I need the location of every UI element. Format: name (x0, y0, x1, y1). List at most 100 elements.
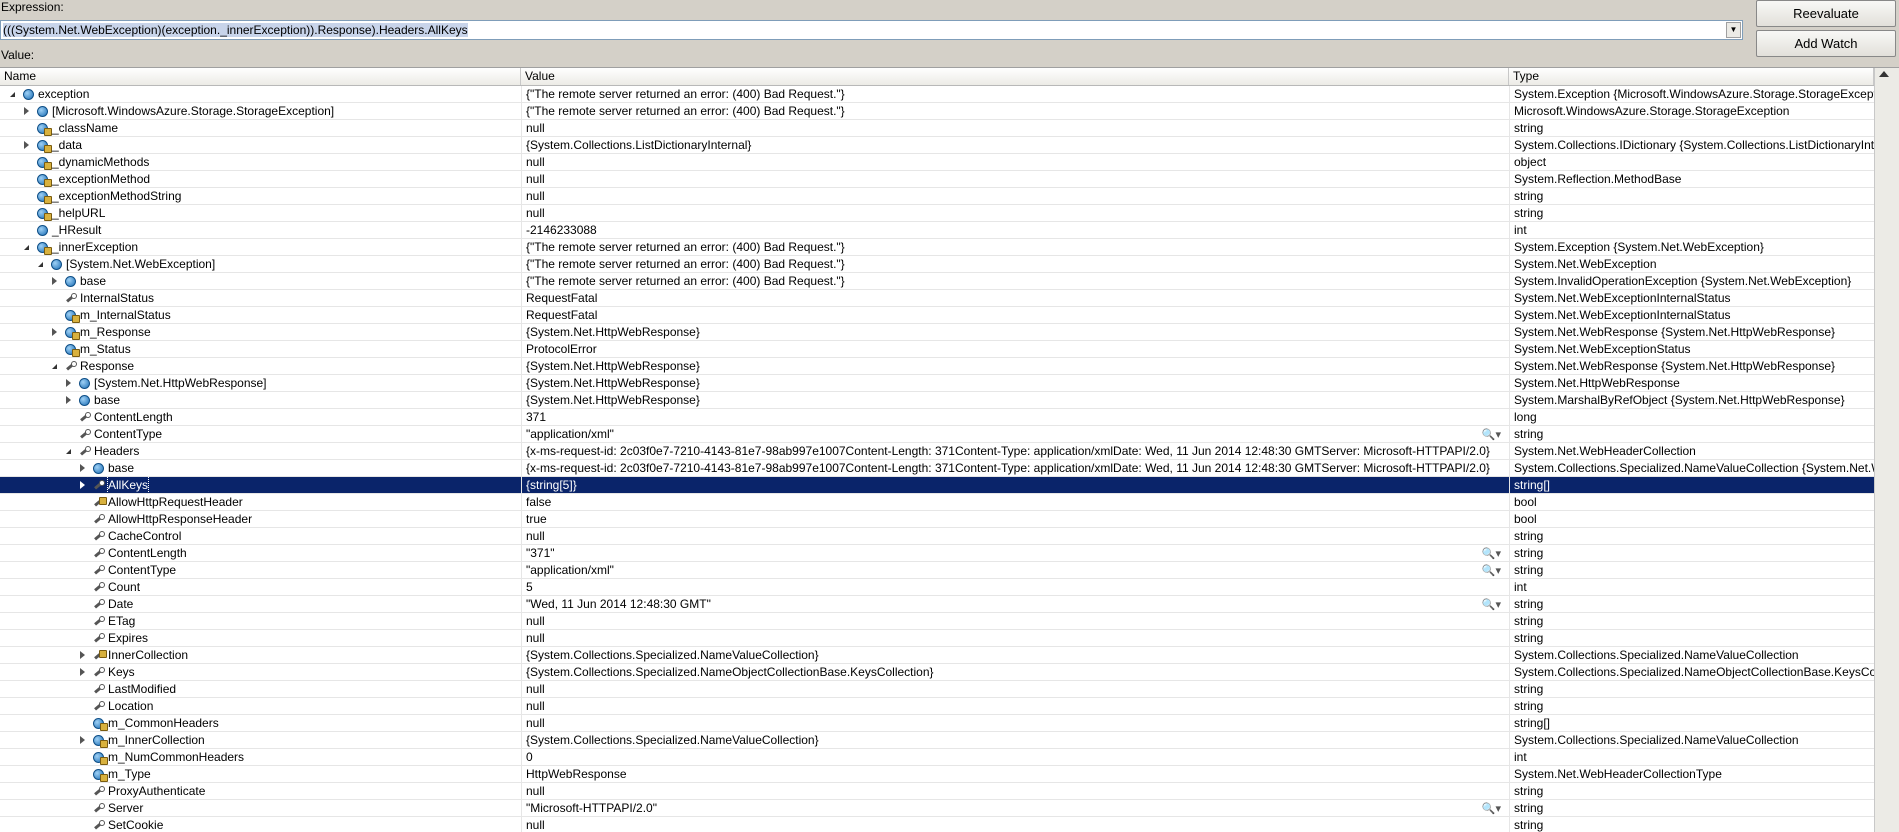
value-cell[interactable]: {System.Net.HttpWebResponse} (521, 392, 1509, 408)
table-row[interactable]: ContentType "application/xml" 🔍▾ string (0, 426, 1874, 443)
value-cell[interactable]: {"The remote server returned an error: (… (521, 256, 1509, 272)
name-cell[interactable]: base (0, 273, 521, 289)
value-cell[interactable]: null (521, 630, 1509, 646)
table-row[interactable]: base {System.Net.HttpWebResponse} System.M… (0, 392, 1874, 409)
table-row[interactable]: Expires null string (0, 630, 1874, 647)
name-cell[interactable]: InnerCollection (0, 647, 521, 663)
name-cell[interactable]: _exceptionMethodString (0, 188, 521, 204)
value-cell[interactable]: {System.Net.HttpWebResponse} (521, 324, 1509, 340)
name-cell[interactable]: [System.Net.HttpWebResponse] (0, 375, 521, 391)
name-cell[interactable]: ETag (0, 613, 521, 629)
table-row[interactable]: m_Type HttpWebResponse System.Net.WebHeade… (0, 766, 1874, 783)
value-cell[interactable]: {"The remote server returned an error: (… (521, 86, 1509, 102)
expand-arrow-icon[interactable] (24, 107, 29, 115)
table-row[interactable]: ContentType "application/xml" 🔍▾ string (0, 562, 1874, 579)
value-cell[interactable]: true (521, 511, 1509, 527)
name-cell[interactable]: base (0, 460, 521, 476)
name-cell[interactable]: m_InternalStatus (0, 307, 521, 323)
value-cell[interactable]: null (521, 715, 1509, 731)
value-cell[interactable]: {System.Collections.ListDictionaryIntern… (521, 137, 1509, 153)
table-row[interactable]: AllowHttpResponseHeader true bool (0, 511, 1874, 528)
name-cell[interactable]: Response (0, 358, 521, 374)
text-visualizer-icon[interactable]: 🔍▾ (1482, 546, 1501, 561)
table-row[interactable]: _innerException {"The remote server retur… (0, 239, 1874, 256)
value-cell[interactable]: null (521, 205, 1509, 221)
name-cell[interactable]: ContentType (0, 426, 521, 442)
table-row[interactable]: _data {System.Collections.ListDictionaryI… (0, 137, 1874, 154)
expand-arrow-icon[interactable] (66, 396, 71, 404)
table-row[interactable]: _dynamicMethods null object (0, 154, 1874, 171)
value-cell[interactable]: null (521, 817, 1509, 832)
value-cell[interactable]: -2146233088 (521, 222, 1509, 238)
value-cell[interactable]: null (521, 698, 1509, 714)
value-cell[interactable]: null (521, 171, 1509, 187)
text-visualizer-icon[interactable]: 🔍▾ (1482, 427, 1501, 442)
name-cell[interactable]: _helpURL (0, 205, 521, 221)
value-cell[interactable]: 5 (521, 579, 1509, 595)
table-row[interactable]: base {x-ms-request-id: 2c03f0e7-7210-4143… (0, 460, 1874, 477)
expand-arrow-icon[interactable] (80, 651, 85, 659)
expand-arrow-icon[interactable] (80, 464, 85, 472)
table-row[interactable]: _className null string (0, 120, 1874, 137)
name-cell[interactable]: _className (0, 120, 521, 136)
table-row[interactable]: ETag null string (0, 613, 1874, 630)
name-cell[interactable]: _HResult (0, 222, 521, 238)
value-cell[interactable]: RequestFatal (521, 307, 1509, 323)
value-cell[interactable]: null (521, 154, 1509, 170)
value-cell[interactable]: {System.Net.HttpWebResponse} (521, 375, 1509, 391)
name-cell[interactable]: Count (0, 579, 521, 595)
name-cell[interactable]: ContentLength (0, 545, 521, 561)
expand-arrow-icon[interactable] (80, 736, 85, 744)
table-row[interactable]: Keys {System.Collections.Specialized.Name… (0, 664, 1874, 681)
table-row[interactable]: m_InnerCollection {System.Collections.Spe… (0, 732, 1874, 749)
value-cell[interactable]: null (521, 120, 1509, 136)
expand-arrow-icon[interactable] (66, 379, 71, 387)
name-cell[interactable]: _dynamicMethods (0, 154, 521, 170)
name-cell[interactable]: CacheControl (0, 528, 521, 544)
name-cell[interactable]: Headers (0, 443, 521, 459)
name-cell[interactable]: Location (0, 698, 521, 714)
name-cell[interactable]: _data (0, 137, 521, 153)
vertical-scrollbar[interactable] (1874, 68, 1899, 832)
text-visualizer-icon[interactable]: 🔍▾ (1482, 597, 1501, 612)
collapse-arrow-icon[interactable] (10, 92, 15, 97)
expand-arrow-icon[interactable] (24, 141, 29, 149)
value-cell[interactable]: {string[5]} (521, 477, 1509, 493)
value-cell[interactable]: "application/xml" 🔍▾ (521, 562, 1509, 578)
table-row[interactable]: m_Response {System.Net.HttpWebResponse} Sy… (0, 324, 1874, 341)
name-cell[interactable]: m_CommonHeaders (0, 715, 521, 731)
table-row[interactable]: _helpURL null string (0, 205, 1874, 222)
name-cell[interactable]: AllowHttpRequestHeader (0, 494, 521, 510)
name-cell[interactable]: LastModified (0, 681, 521, 697)
value-cell[interactable]: 0 (521, 749, 1509, 765)
expression-dropdown-button[interactable]: ▼ (1726, 22, 1741, 38)
table-row[interactable]: CacheControl null string (0, 528, 1874, 545)
value-cell[interactable]: {"The remote server returned an error: (… (521, 273, 1509, 289)
name-cell[interactable]: Keys (0, 664, 521, 680)
expand-arrow-icon[interactable] (52, 328, 57, 336)
table-row[interactable]: Headers {x-ms-request-id: 2c03f0e7-7210-4… (0, 443, 1874, 460)
column-header-type[interactable]: Type (1509, 68, 1874, 85)
value-cell[interactable]: null (521, 188, 1509, 204)
name-cell[interactable]: AllKeys (0, 477, 521, 493)
name-cell[interactable]: base (0, 392, 521, 408)
name-cell[interactable]: exception (0, 86, 521, 102)
name-cell[interactable]: ProxyAuthenticate (0, 783, 521, 799)
table-row[interactable]: ProxyAuthenticate null string (0, 783, 1874, 800)
name-cell[interactable]: m_NumCommonHeaders (0, 749, 521, 765)
value-cell[interactable]: null (521, 613, 1509, 629)
table-row[interactable]: ContentLength 371 long (0, 409, 1874, 426)
table-row[interactable]: Date "Wed, 11 Jun 2014 12:48:30 GMT" 🔍▾ str… (0, 596, 1874, 613)
collapse-arrow-icon[interactable] (24, 245, 29, 250)
table-row[interactable]: InnerCollection {System.Collections.Speci… (0, 647, 1874, 664)
value-cell[interactable]: "371" 🔍▾ (521, 545, 1509, 561)
table-row[interactable]: m_NumCommonHeaders 0 int (0, 749, 1874, 766)
name-cell[interactable]: _exceptionMethod (0, 171, 521, 187)
value-cell[interactable]: "application/xml" 🔍▾ (521, 426, 1509, 442)
collapse-arrow-icon[interactable] (38, 262, 43, 267)
table-row[interactable]: AllowHttpRequestHeader false bool (0, 494, 1874, 511)
table-row[interactable]: [Microsoft.WindowsAzure.Storage.StorageE… (0, 103, 1874, 120)
value-cell[interactable]: 371 (521, 409, 1509, 425)
value-cell[interactable]: {"The remote server returned an error: (… (521, 103, 1509, 119)
table-row[interactable]: SetCookie null string (0, 817, 1874, 832)
